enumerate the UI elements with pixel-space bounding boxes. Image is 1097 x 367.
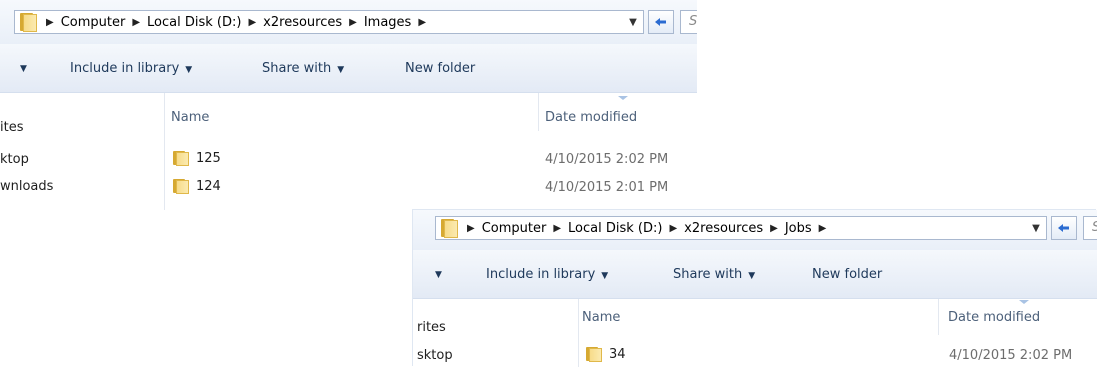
search-input[interactable]: Se: [1083, 216, 1097, 240]
column-divider[interactable]: [938, 299, 939, 335]
sort-arrow-icon: [1019, 300, 1029, 304]
nav-item-desktop[interactable]: sktop: [417, 348, 453, 363]
refresh-button[interactable]: [648, 10, 674, 34]
chevron-down-icon[interactable]: ▼: [20, 64, 27, 74]
chevron-down-icon[interactable]: ▼: [623, 11, 643, 33]
date-modified: 4/10/2015 2:02 PM: [545, 152, 669, 167]
column-header-name[interactable]: Name: [171, 110, 209, 125]
share-with-button[interactable]: Share with ▼: [673, 267, 755, 282]
breadcrumb-item[interactable]: ▶ x2resources: [241, 15, 342, 30]
file-name: 34: [609, 346, 626, 362]
search-input[interactable]: Sea: [680, 10, 697, 34]
include-in-library-button[interactable]: Include in library ▼: [70, 61, 192, 76]
explorer-window-jobs: ▶ Computer ▶ Local Disk (D:) ▶ x2resources …: [413, 210, 1097, 367]
new-folder-button[interactable]: New folder: [405, 61, 475, 76]
nav-item-favorites[interactable]: ites: [0, 120, 23, 135]
breadcrumb-item[interactable]: ▶ Jobs ▶: [763, 221, 833, 236]
date-modified: 4/10/2015 2:01 PM: [545, 180, 669, 195]
folder-icon: [172, 150, 190, 166]
breadcrumb-arrow-icon[interactable]: ▶: [770, 223, 778, 234]
file-name: 124: [196, 178, 221, 194]
breadcrumb-item[interactable]: ▶ Images ▶: [342, 15, 433, 30]
include-in-library-button[interactable]: Include in library ▼: [486, 267, 608, 282]
refresh-icon: [1058, 224, 1069, 232]
breadcrumb-arrow-icon[interactable]: ▶: [132, 17, 140, 28]
chevron-down-icon[interactable]: ▼: [1026, 217, 1046, 239]
date-modified: 4/10/2015 2:02 PM: [949, 348, 1073, 363]
sort-arrow-icon: [618, 96, 628, 100]
breadcrumb-item[interactable]: ▶ Computer: [460, 221, 546, 236]
explorer-window-images: ▶ Computer ▶ Local Disk (D:) ▶ x2resources …: [0, 0, 697, 210]
column-header-date[interactable]: Date modified: [948, 310, 1040, 325]
folder-icon: [585, 346, 603, 362]
address-bar[interactable]: ▶ Computer ▶ Local Disk (D:) ▶ x2resources …: [435, 216, 1047, 240]
new-folder-button[interactable]: New folder: [812, 267, 882, 282]
breadcrumb-item[interactable]: ▶ Computer: [39, 15, 125, 30]
breadcrumb-item[interactable]: ▶ Local Disk (D:): [546, 221, 662, 236]
column-header-date[interactable]: Date modified: [545, 110, 637, 125]
breadcrumb-arrow-icon[interactable]: ▶: [819, 223, 827, 234]
address-bar-area: ▶ Computer ▶ Local Disk (D:) ▶ x2resources …: [413, 210, 1097, 250]
share-with-button[interactable]: Share with ▼: [262, 61, 344, 76]
folder-icon: [440, 218, 460, 238]
address-bar-area: ▶ Computer ▶ Local Disk (D:) ▶ x2resources …: [0, 0, 697, 44]
breadcrumb-item[interactable]: ▶ Local Disk (D:): [125, 15, 241, 30]
breadcrumb-item[interactable]: ▶ x2resources: [662, 221, 763, 236]
column-header-name[interactable]: Name: [582, 310, 620, 325]
refresh-icon: [655, 18, 666, 26]
breadcrumb-arrow-icon[interactable]: ▶: [553, 223, 561, 234]
nav-pane-divider[interactable]: [578, 299, 579, 367]
breadcrumb-arrow-icon[interactable]: ▶: [46, 17, 54, 28]
breadcrumb-arrow-icon[interactable]: ▶: [349, 17, 357, 28]
folder-icon: [19, 12, 39, 32]
command-bar: ▼ Include in library ▼ Share with ▼ New fo…: [0, 44, 697, 93]
nav-item-favorites[interactable]: rites: [417, 320, 446, 335]
file-name: 125: [196, 150, 221, 166]
list-item[interactable]: 125: [172, 150, 221, 166]
folder-icon: [172, 178, 190, 194]
chevron-down-icon[interactable]: ▼: [435, 270, 442, 280]
refresh-button[interactable]: [1051, 216, 1077, 240]
breadcrumb-arrow-icon[interactable]: ▶: [418, 17, 426, 28]
list-item[interactable]: 124: [172, 178, 221, 194]
list-item[interactable]: 34: [585, 346, 626, 362]
command-bar: ▼ Include in library ▼ Share with ▼ New fo…: [413, 250, 1097, 299]
column-divider[interactable]: [538, 93, 539, 131]
breadcrumb-arrow-icon[interactable]: ▶: [669, 223, 677, 234]
nav-item-downloads[interactable]: wnloads: [0, 179, 53, 194]
breadcrumb-arrow-icon[interactable]: ▶: [248, 17, 256, 28]
nav-item-desktop[interactable]: ktop: [0, 152, 29, 167]
nav-pane-divider[interactable]: [164, 93, 165, 210]
address-bar[interactable]: ▶ Computer ▶ Local Disk (D:) ▶ x2resources …: [14, 10, 644, 34]
breadcrumb-arrow-icon[interactable]: ▶: [467, 223, 475, 234]
